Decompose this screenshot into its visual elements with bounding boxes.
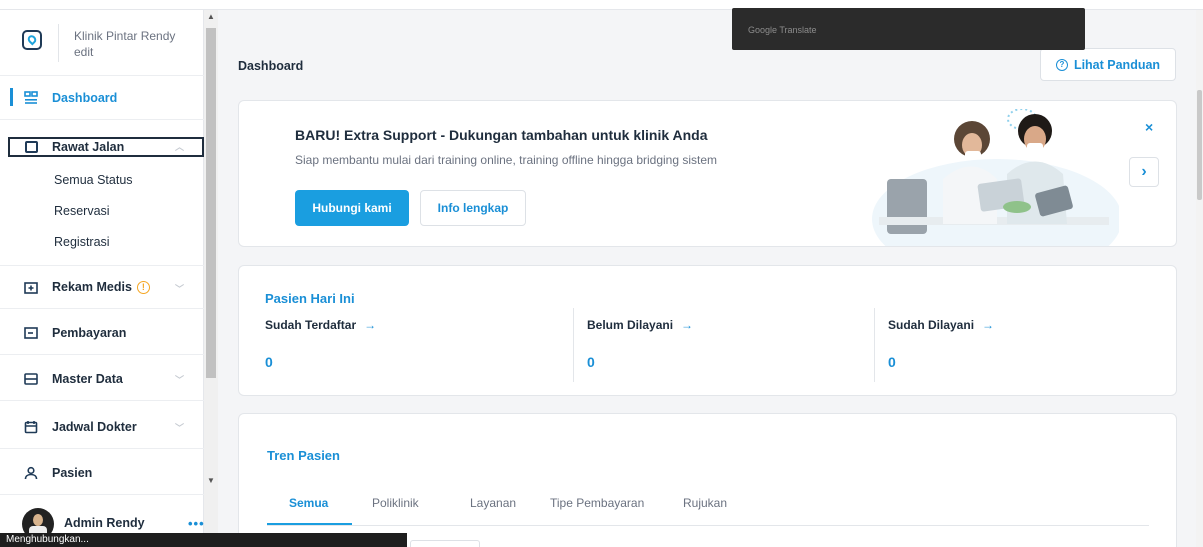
page-title: Dashboard [238,59,304,73]
clinic-name: Klinik Pintar Rendy [74,29,176,43]
sidebar-subitem-reservasi[interactable]: Reservasi [54,204,110,218]
section-title: Tren Pasien [267,448,340,463]
sidebar-item-pembayaran[interactable]: Pembayaran [0,311,204,355]
guide-button-label: Lihat Panduan [1073,57,1161,72]
sidebar-item-pasien[interactable]: Pasien [0,451,204,495]
schedule-icon [24,420,38,434]
sidebar-subitem-semua-status[interactable]: Semua Status [54,173,133,187]
help-icon: ? [1055,58,1068,71]
promo-subtitle: Siap membantu mulai dari training online… [295,153,718,167]
dashboard-icon [24,90,38,105]
sidebar-subitem-registrasi[interactable]: Registrasi [54,235,110,249]
sidebar-item-label: Pembayaran [52,325,127,340]
warning-icon: ! [136,280,150,294]
chevron-down-icon: ﹀ [174,375,184,385]
stat-value: 0 [587,354,595,370]
patient-trend-card: Tren Pasien Semua Poliklinik Layanan Tip… [238,413,1177,547]
more-info-button[interactable]: Info lengkap [420,190,526,226]
trend-tabs: Semua Poliklinik Layanan Tipe Pembayaran… [267,484,1149,526]
tab-rujukan[interactable]: Rujukan [683,496,727,510]
medical-folder-icon [24,280,38,294]
page-scrollbar[interactable] [1196,10,1203,547]
stat-value: 0 [265,354,273,370]
arrow-right-icon: → [982,318,995,332]
tab-tipe-pembayaran[interactable]: Tipe Pembayaran [550,496,644,510]
support-staff-illustration [872,109,1119,246]
browser-status-bar: Menghubungkan... [0,533,407,547]
scrollbar-thumb[interactable] [1197,90,1202,200]
scroll-up-arrow-icon[interactable]: ▲ [206,12,216,22]
chevron-down-icon: ﹀ [174,423,184,433]
clinic-edit-link[interactable]: edit [74,44,194,60]
sidebar-item-label: Rawat Jalan [52,140,125,154]
sidebar-item-master-data[interactable]: Master Data ﹀ [0,357,204,401]
stat-registered[interactable]: Sudah Terdaftar → 0 [265,310,565,382]
sidebar-item-jadwal-dokter[interactable]: Jadwal Dokter ﹀ [0,405,204,449]
active-tab-indicator [267,523,352,525]
promo-title: BARU! Extra Support - Dukungan tambahan … [295,127,708,143]
sidebar-item-dashboard[interactable]: Dashboard [0,76,204,120]
tab-poliklinik[interactable]: Poliklinik [372,496,419,510]
clinic-header[interactable]: Klinik Pintar Rendy edit [0,10,204,76]
sidebar-item-label: Pasien [52,465,93,480]
sidebar-item-rekam-medis[interactable]: Rekam Medis ! ﹀ [0,265,204,309]
database-icon [24,372,38,386]
chevron-down-icon: ﹀ [174,284,184,294]
sidebar-scrollbar[interactable]: ▲ ▼ [204,10,218,537]
promo-banner: BARU! Extra Support - Dukungan tambahan … [238,100,1177,247]
close-icon[interactable]: × [1145,119,1153,135]
guide-button[interactable]: ? Lihat Panduan [1040,48,1176,81]
translate-popup: Google Translate [732,8,1085,50]
sidebar-item-label: Master Data [52,371,123,386]
sidebar-item-label: Dashboard [52,90,118,105]
user-name: Admin Rendy [64,516,145,530]
stat-label: Sudah Terdaftar [265,318,357,332]
tab-semua[interactable]: Semua [289,496,328,510]
stat-value: 0 [888,354,896,370]
scroll-down-arrow-icon[interactable]: ▼ [206,476,216,486]
arrow-right-icon: → [681,318,694,332]
section-title: Pasien Hari Ini [265,291,355,306]
user-icon [24,466,38,480]
calendar-icon [24,140,38,154]
tab-layanan[interactable]: Layanan [470,496,516,510]
stat-label: Belum Dilayani [587,318,674,332]
chevron-right-icon[interactable]: › [1129,157,1159,187]
chevron-up-icon: ︿ [174,142,184,152]
filter-dropdown[interactable] [410,540,480,547]
contact-us-button[interactable]: Hubungi kami [295,190,409,226]
arrow-right-icon: → [364,318,377,332]
patients-today-card: Pasien Hari Ini Sudah Terdaftar → 0 Belum… [238,265,1177,396]
location-pin-icon [22,30,42,50]
stat-label: Sudah Dilayani [888,318,975,332]
sidebar-item-label: Rekam Medis [52,280,132,294]
sidebar-item-rawat-jalan[interactable]: Rawat Jalan ︿ [8,137,204,157]
payment-icon [24,326,38,340]
stat-not-served[interactable]: Belum Dilayani → 0 [587,310,867,382]
stat-served[interactable]: Sudah Dilayani → 0 [888,310,1158,382]
more-options-icon[interactable]: ••• [188,516,205,531]
translate-label: Google Translate [748,25,817,35]
sidebar: Klinik Pintar Rendy edit Dashboard Rawat… [0,10,204,547]
sidebar-item-label: Jadwal Dokter [52,419,137,434]
scrollbar-thumb[interactable] [206,28,216,378]
